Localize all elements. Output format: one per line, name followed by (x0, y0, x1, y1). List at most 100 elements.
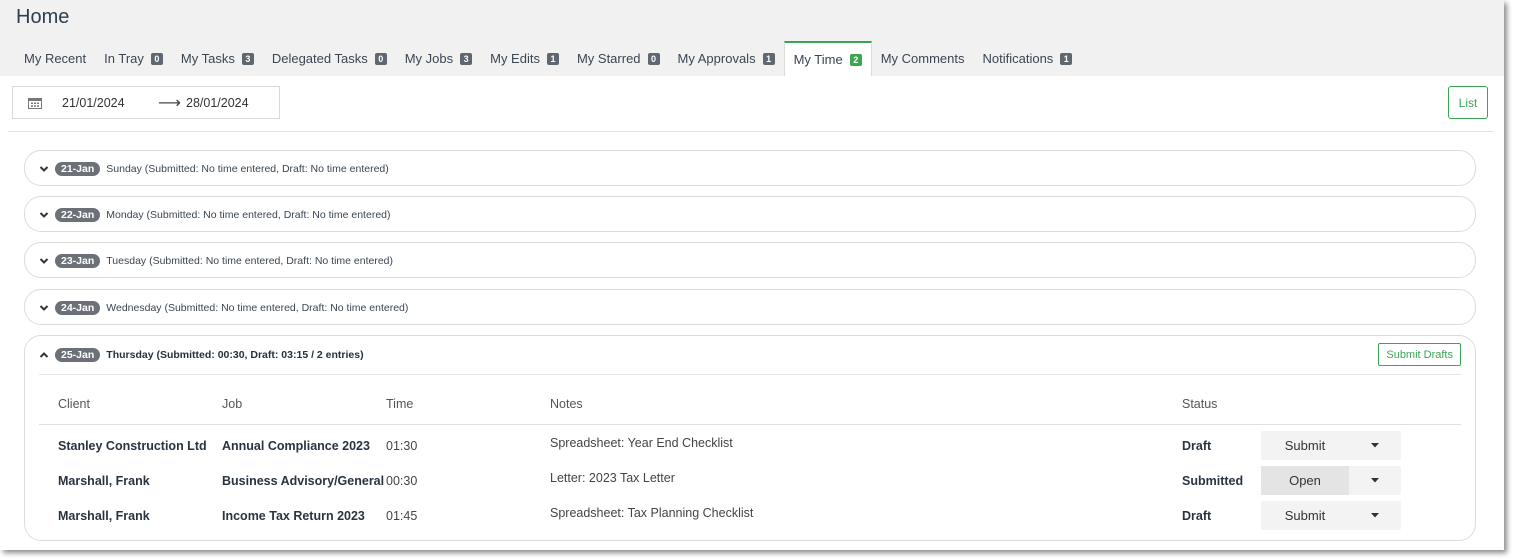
caret-down-icon[interactable] (1349, 431, 1401, 460)
cell-client: Stanley Construction Ltd (58, 439, 207, 453)
day-panel-22-jan[interactable]: 22-Jan Monday (Submitted: No time entere… (24, 196, 1476, 232)
page-title: Home (16, 6, 70, 28)
count-badge: 0 (647, 52, 660, 65)
count-badge: 2 (849, 53, 862, 66)
cell-job: Business Advisory/General (222, 474, 385, 488)
count-badge: 1 (1060, 52, 1073, 65)
cell-status: Submitted (1182, 474, 1244, 488)
cell-time: 00:30 (386, 474, 418, 488)
date-pill: 25-Jan (55, 347, 101, 362)
day-panel-23-jan[interactable]: 23-Jan Tuesday (Submitted: No time enter… (24, 242, 1476, 278)
tab-label: My Recent (24, 51, 87, 66)
column-header-status[interactable]: Status (1182, 397, 1217, 411)
start-date[interactable]: 21/01/2024 (62, 96, 158, 110)
cell-status: Draft (1182, 509, 1212, 523)
cell-notes[interactable]: Spreadsheet: Tax Planning Checklist (550, 506, 753, 520)
tab-my-recent[interactable]: My Recent (15, 41, 95, 76)
cell-time: 01:45 (386, 509, 418, 523)
tab-label: In Tray (104, 51, 144, 66)
row-action-split-button: Submit (1261, 431, 1401, 460)
arrow-right-icon: ⟶ (158, 94, 181, 112)
day-panel-25-jan: 25-Jan Thursday (Submitted: 00:30, Draft… (24, 335, 1476, 541)
tab-my-jobs[interactable]: My Jobs 3 (396, 41, 481, 76)
cell-status: Draft (1182, 439, 1212, 453)
divider (8, 131, 1494, 132)
tab-my-time[interactable]: My Time 2 (783, 41, 872, 76)
page-header: Home My Recent In Tray 0 My Tasks 3 Delega… (0, 0, 1504, 76)
tab-my-comments[interactable]: My Comments (872, 41, 974, 76)
caret-down-icon[interactable] (1349, 501, 1401, 530)
day-header[interactable]: 21-Jan Sunday (Submitted: No time entere… (39, 151, 389, 186)
tab-notifications[interactable]: Notifications 1 (974, 41, 1082, 76)
date-pill: 21-Jan (55, 161, 101, 176)
day-panel-21-jan[interactable]: 21-Jan Sunday (Submitted: No time entere… (24, 150, 1476, 186)
date-pill: 23-Jan (55, 253, 101, 268)
cell-time: 01:30 (386, 439, 418, 453)
tab-label: My Time (793, 52, 843, 67)
tab-bar: My Recent In Tray 0 My Tasks 3 Delegated T… (15, 41, 1081, 76)
count-badge: 3 (460, 52, 473, 65)
table-row[interactable]: Marshall, Frank Income Tax Return 2023 0… (39, 498, 1461, 533)
end-date[interactable]: 28/01/2024 (186, 96, 249, 110)
tab-label: My Jobs (404, 51, 454, 66)
tab-label: My Comments (880, 51, 965, 66)
tab-my-tasks[interactable]: My Tasks 3 (172, 41, 263, 76)
column-header-time[interactable]: Time (386, 397, 413, 411)
chevron-down-icon (39, 303, 49, 313)
tab-my-edits[interactable]: My Edits 1 (481, 41, 568, 76)
open-button[interactable]: Open (1261, 466, 1349, 495)
tab-label: Delegated Tasks (271, 51, 368, 66)
chevron-down-icon (39, 164, 49, 174)
tab-my-starred[interactable]: My Starred 0 (568, 41, 669, 76)
cell-client: Marshall, Frank (58, 509, 150, 523)
day-summary: Wednesday (Submitted: No time entered, D… (106, 301, 409, 314)
column-header-client[interactable]: Client (58, 397, 90, 411)
cell-notes[interactable]: Letter: 2023 Tax Letter (550, 471, 675, 485)
chevron-up-icon (39, 350, 49, 360)
table-row[interactable]: Marshall, Frank Business Advisory/Genera… (39, 463, 1461, 498)
tab-my-approvals[interactable]: My Approvals 1 (669, 41, 784, 76)
day-header[interactable]: 22-Jan Monday (Submitted: No time entere… (39, 197, 391, 232)
cell-client: Marshall, Frank (58, 474, 150, 488)
count-badge: 3 (241, 52, 254, 65)
table-row[interactable]: Stanley Construction Ltd Annual Complian… (39, 428, 1461, 463)
tab-label: My Approvals (677, 51, 756, 66)
day-header[interactable]: 24-Jan Wednesday (Submitted: No time ent… (39, 290, 408, 325)
tab-label: Notifications (982, 51, 1054, 66)
day-summary: Sunday (Submitted: No time entered, Draf… (106, 162, 389, 175)
tab-label: My Edits (490, 51, 540, 66)
submit-drafts-button[interactable]: Submit Drafts (1378, 343, 1461, 366)
submit-button[interactable]: Submit (1261, 501, 1349, 530)
cell-job: Income Tax Return 2023 (222, 509, 365, 523)
row-action-split-button: Open (1261, 466, 1401, 495)
count-badge: 1 (762, 52, 775, 65)
column-header-notes[interactable]: Notes (550, 397, 583, 411)
count-badge: 0 (150, 52, 163, 65)
chevron-down-icon (39, 210, 49, 220)
day-summary: Monday (Submitted: No time entered, Draf… (106, 208, 391, 221)
tab-label: My Starred (576, 51, 641, 66)
day-header[interactable]: 25-Jan Thursday (Submitted: 00:30, Draft… (39, 337, 364, 372)
table-header: Client Job Time Notes Status (39, 374, 1461, 425)
chevron-down-icon (39, 256, 49, 266)
row-action-split-button: Submit (1261, 501, 1401, 530)
cell-notes[interactable]: Spreadsheet: Year End Checklist (550, 436, 733, 450)
calendar-icon (28, 97, 42, 109)
day-summary: Tuesday (Submitted: No time entered, Dra… (106, 254, 394, 267)
day-summary: Thursday (Submitted: 00:30, Draft: 03:15… (106, 348, 364, 361)
caret-down-icon[interactable] (1349, 466, 1401, 495)
column-header-job[interactable]: Job (222, 397, 242, 411)
tab-label: My Tasks (180, 51, 235, 66)
day-panel-24-jan[interactable]: 24-Jan Wednesday (Submitted: No time ent… (24, 289, 1476, 325)
submit-button[interactable]: Submit (1261, 431, 1349, 460)
list-view-button[interactable]: List (1448, 86, 1488, 119)
tab-delegated-tasks[interactable]: Delegated Tasks 0 (263, 41, 396, 76)
date-pill: 24-Jan (55, 300, 101, 315)
tab-in-tray[interactable]: In Tray 0 (95, 41, 172, 76)
date-pill: 22-Jan (55, 207, 101, 222)
day-header[interactable]: 23-Jan Tuesday (Submitted: No time enter… (39, 243, 393, 278)
cell-job: Annual Compliance 2023 (222, 439, 370, 453)
count-badge: 1 (546, 52, 559, 65)
app-window: Home My Recent In Tray 0 My Tasks 3 Delega… (0, 0, 1504, 550)
date-range-picker[interactable]: 21/01/2024 ⟶ 28/01/2024 (12, 86, 280, 119)
